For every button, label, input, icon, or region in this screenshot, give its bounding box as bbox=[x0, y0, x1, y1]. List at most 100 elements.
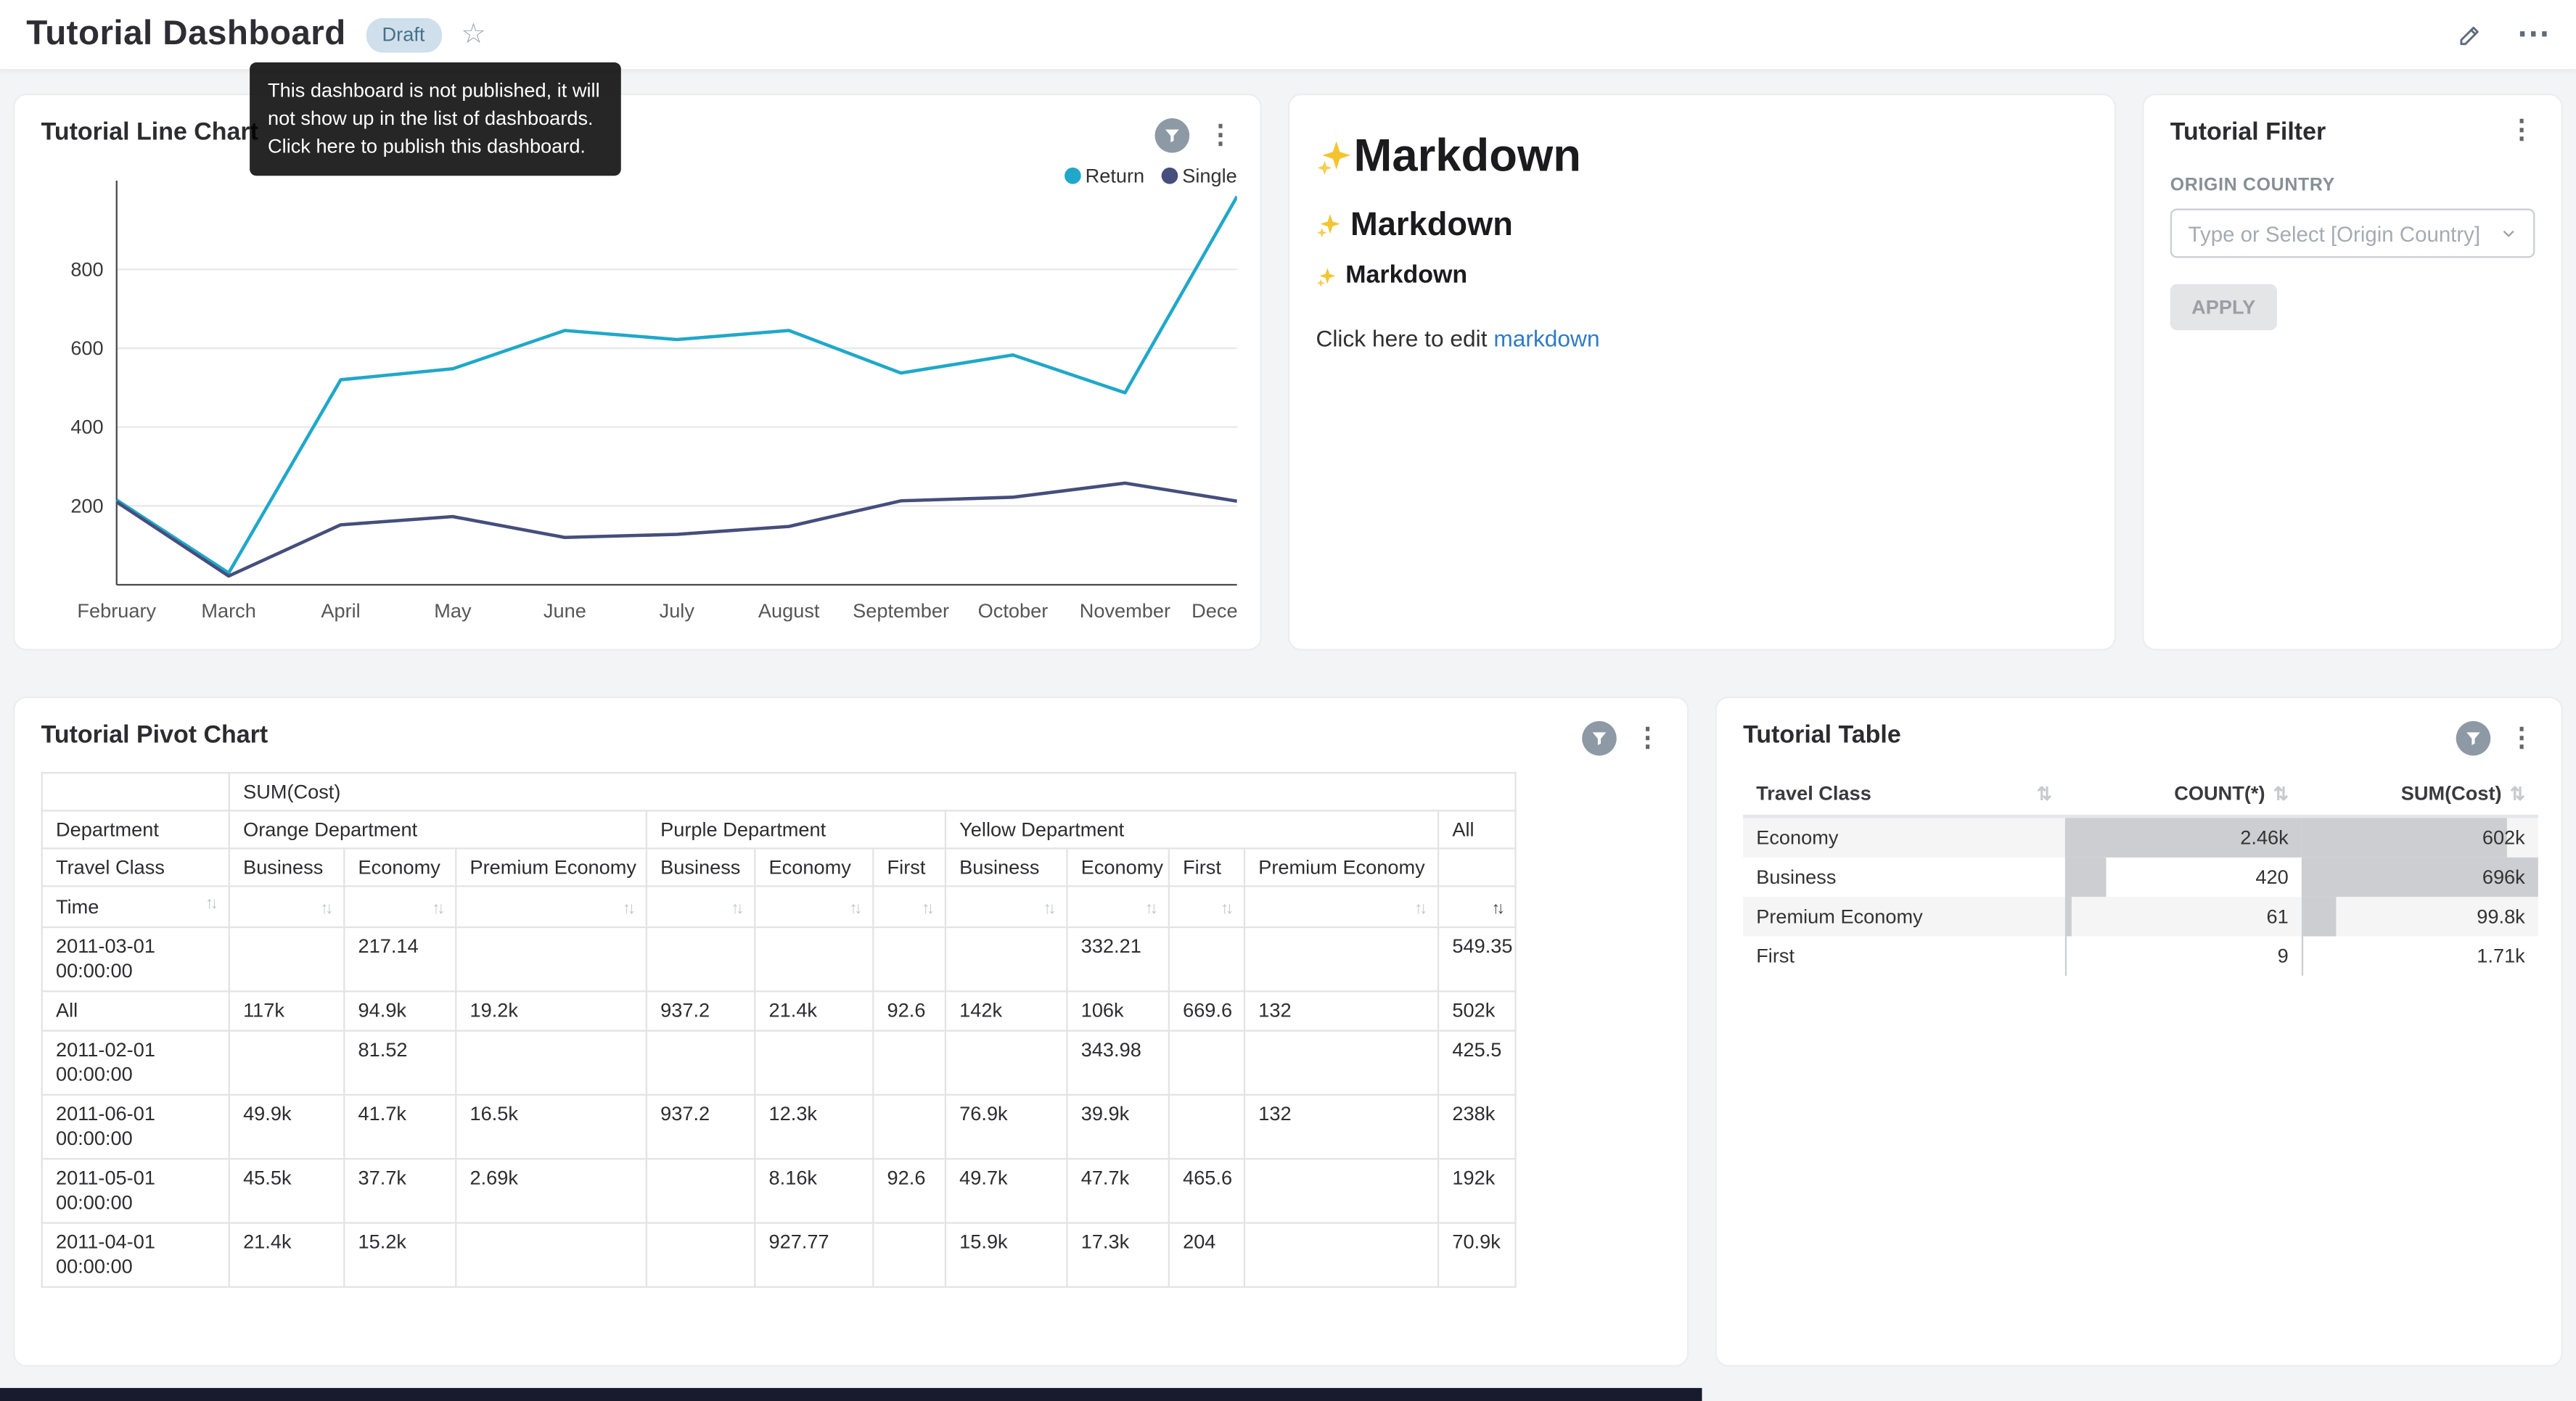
pivot-value-cell bbox=[946, 1031, 1067, 1095]
sort-icon[interactable]: ↑↓ bbox=[1492, 900, 1502, 919]
pivot-department-row: DepartmentOrange DepartmentPurple Depart… bbox=[42, 810, 1516, 848]
markdown-paragraph: Click here to edit markdown bbox=[1316, 322, 2088, 355]
markdown-h1: Markdown bbox=[1316, 128, 2088, 184]
pivot-class-row: Travel ClassBusinessEconomyPremium Econo… bbox=[42, 848, 1516, 886]
data-bar bbox=[2302, 818, 2506, 857]
pivot-value-cell: 92.6 bbox=[873, 1159, 946, 1223]
sort-icon[interactable]: ⇅ bbox=[2037, 783, 2052, 804]
edit-dashboard-icon[interactable] bbox=[2456, 20, 2484, 48]
pivot-group-header: All bbox=[1438, 810, 1515, 848]
table-row: Economy2.46k602k bbox=[1743, 816, 2538, 858]
filter-indicator-icon[interactable] bbox=[2456, 721, 2491, 756]
more-options-icon[interactable]: ⋮ bbox=[2509, 726, 2535, 752]
sort-icon[interactable]: ↑↓ bbox=[1221, 900, 1231, 919]
pivot-value-cell: 192k bbox=[1438, 1159, 1515, 1223]
pivot-value-cell bbox=[647, 927, 755, 991]
pivot-value-cell: 106k bbox=[1067, 991, 1168, 1030]
sort-icon[interactable]: ↑↓ bbox=[1414, 900, 1424, 919]
pivot-value-cell bbox=[755, 927, 873, 991]
svg-text:200: 200 bbox=[70, 494, 103, 517]
svg-text:March: March bbox=[201, 599, 255, 622]
pivot-value-cell: 49.9k bbox=[229, 1095, 344, 1159]
pivot-table: SUM(Cost)DepartmentOrange DepartmentPurp… bbox=[41, 772, 1517, 1288]
markdown-card: Markdown Markdown Markdown Click here to… bbox=[1288, 94, 2116, 650]
sort-icon[interactable]: ↑↓ bbox=[731, 900, 741, 919]
pivot-sort-cell[interactable]: ↑↓ bbox=[1244, 886, 1438, 927]
sum-cell: 696k bbox=[2302, 858, 2538, 897]
pivot-value-cell bbox=[1169, 1095, 1244, 1159]
pivot-value-cell: 132 bbox=[1244, 991, 1438, 1030]
sort-icon[interactable]: ↑↓ bbox=[320, 900, 330, 919]
count-cell: 9 bbox=[2065, 936, 2302, 975]
data-bar bbox=[2065, 858, 2106, 897]
filter-indicator-icon[interactable] bbox=[1582, 721, 1617, 756]
markdown-h3: Markdown bbox=[1316, 260, 2088, 292]
pivot-row-header: All bbox=[42, 991, 229, 1030]
draft-badge[interactable]: Draft bbox=[366, 17, 441, 52]
pivot-sort-cell[interactable]: ↑↓ bbox=[1169, 886, 1244, 927]
edit-markdown-link[interactable]: markdown bbox=[1493, 325, 1599, 351]
pivot-sort-cell[interactable]: ↑↓ bbox=[1438, 886, 1515, 927]
more-options-icon[interactable]: ⋮ bbox=[1635, 726, 1661, 752]
pivot-sort-cell[interactable]: ↑↓ bbox=[344, 886, 456, 927]
pivot-value-cell: 37.7k bbox=[344, 1159, 456, 1223]
pivot-value-cell: 94.9k bbox=[344, 991, 456, 1030]
pivot-sort-cell[interactable]: ↑↓ bbox=[873, 886, 946, 927]
svg-text:600: 600 bbox=[70, 337, 103, 359]
pivot-col-header: Business bbox=[647, 848, 755, 886]
svg-text:October: October bbox=[978, 599, 1049, 622]
pivot-data-row: 2011-04-01 00:00:0021.4k15.2k927.7715.9k… bbox=[42, 1223, 1516, 1287]
pivot-value-cell bbox=[647, 1159, 755, 1223]
sparkles-icon bbox=[1316, 212, 1342, 238]
pivot-sort-cell[interactable]: ↑↓ bbox=[1067, 886, 1168, 927]
pivot-sort-cell[interactable]: ↑↓ bbox=[755, 886, 873, 927]
sort-icon[interactable]: ↑↓ bbox=[205, 895, 216, 913]
sort-icon[interactable]: ⇅ bbox=[2510, 783, 2525, 804]
pivot-sort-cell[interactable]: ↑↓ bbox=[229, 886, 344, 927]
sort-icon[interactable]: ↑↓ bbox=[623, 900, 633, 919]
pivot-col-header: First bbox=[873, 848, 946, 886]
pivot-value-cell: 425.5 bbox=[1438, 1031, 1515, 1095]
sort-icon[interactable]: ↑↓ bbox=[849, 900, 859, 919]
sort-icon[interactable]: ⇅ bbox=[2273, 783, 2289, 804]
tooltip-line: This dashboard is not published, it will bbox=[268, 77, 603, 105]
col-header-count[interactable]: COUNT(*)⇅ bbox=[2065, 772, 2302, 816]
pivot-value-cell: 142k bbox=[946, 991, 1067, 1030]
pivot-value-cell: 70.9k bbox=[1438, 1223, 1515, 1287]
sort-icon[interactable]: ↑↓ bbox=[432, 900, 442, 919]
pivot-sort-cell[interactable]: ↑↓ bbox=[946, 886, 1067, 927]
pivot-value-cell bbox=[873, 927, 946, 991]
line-chart-card: Tutorial Line Chart ⋮ ReturnSingle 20040… bbox=[13, 94, 1262, 650]
pivot-sort-cell[interactable]: ↑↓ bbox=[456, 886, 647, 927]
more-options-icon[interactable]: ⋮ bbox=[2509, 118, 2535, 144]
line-chart[interactable]: 200400600800FebruaryMarchAprilMayJuneJul… bbox=[41, 174, 1237, 644]
partial-card-below bbox=[0, 1388, 1702, 1401]
filter-indicator-icon[interactable] bbox=[1155, 118, 1190, 153]
pivot-sort-cell[interactable]: ↑↓ bbox=[647, 886, 755, 927]
col-header-sum[interactable]: SUM(Cost)⇅ bbox=[2302, 772, 2538, 816]
favorite-star-icon[interactable]: ☆ bbox=[461, 18, 486, 51]
more-options-icon[interactable]: ⋮ bbox=[1207, 123, 1234, 149]
svg-text:May: May bbox=[434, 599, 472, 622]
pivot-time-row: Time↑↓↑↓↑↓↑↓↑↓↑↓↑↓↑↓↑↓↑↓↑↓↑↓ bbox=[42, 886, 1516, 927]
sort-icon[interactable]: ↑↓ bbox=[1145, 900, 1155, 919]
col-header-travel-class[interactable]: Travel Class⇅ bbox=[1743, 772, 2065, 816]
pivot-value-cell: 39.9k bbox=[1067, 1095, 1168, 1159]
pivot-row-header: 2011-03-01 00:00:00 bbox=[42, 927, 229, 991]
table-card: Tutorial Table ⋮ Travel Class⇅COUNT(*)⇅S… bbox=[1715, 697, 2563, 1367]
sparkles-icon bbox=[1316, 266, 1337, 287]
table-row: Business420696k bbox=[1743, 858, 2538, 897]
svg-text:November: November bbox=[1080, 599, 1170, 622]
table-row: Premium Economy6199.8k bbox=[1743, 897, 2538, 936]
pivot-metric-header: SUM(Cost) bbox=[229, 773, 1516, 810]
data-bar bbox=[2065, 897, 2071, 936]
travel-class-cell: Premium Economy bbox=[1743, 897, 2065, 936]
pivot-data-row: 2011-05-01 00:00:0045.5k37.7k2.69k8.16k9… bbox=[42, 1159, 1516, 1223]
sort-icon[interactable]: ↑↓ bbox=[922, 900, 932, 919]
origin-country-select[interactable]: Type or Select [Origin Country] bbox=[2170, 209, 2535, 258]
pivot-time-header[interactable]: Time↑↓ bbox=[42, 886, 229, 927]
more-actions-icon[interactable]: ⋯ bbox=[2516, 18, 2549, 51]
apply-button[interactable]: APPLY bbox=[2170, 284, 2277, 330]
sort-icon[interactable]: ↑↓ bbox=[1043, 900, 1054, 919]
chevron-down-icon bbox=[2501, 225, 2517, 242]
